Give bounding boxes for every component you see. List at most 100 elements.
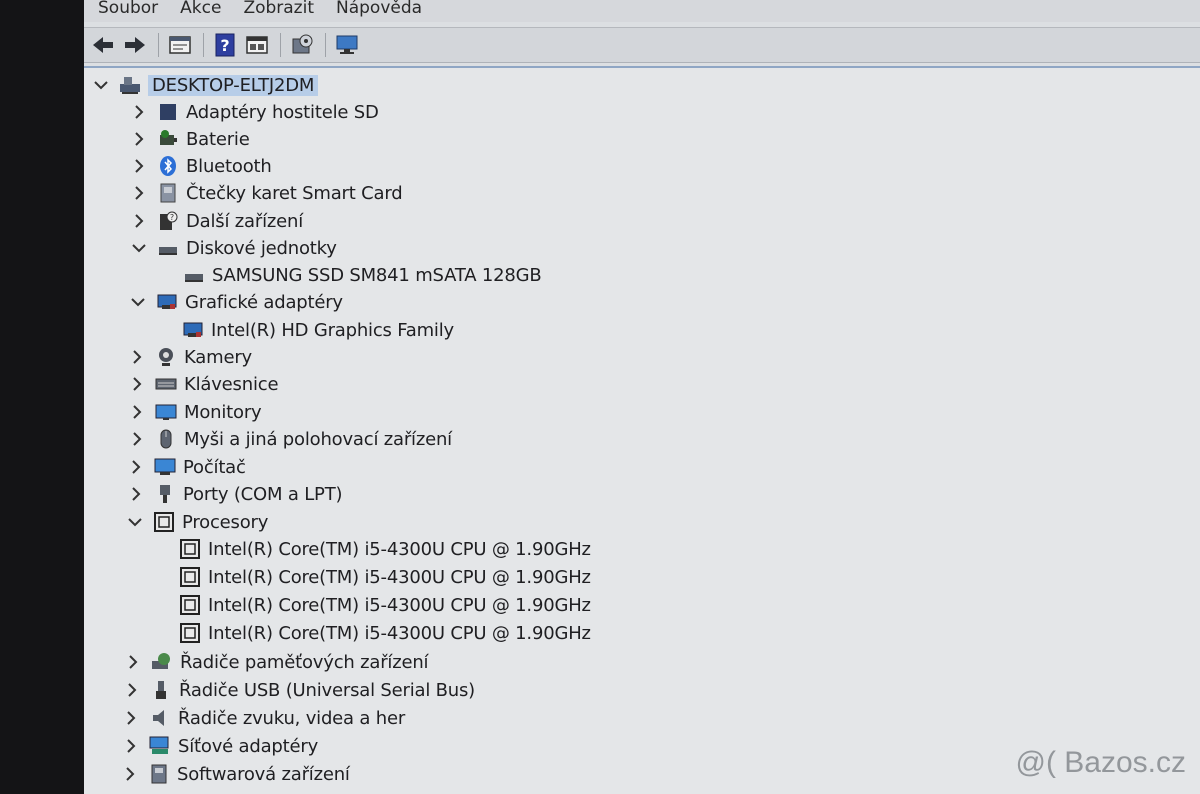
bluetooth-icon: [156, 155, 180, 177]
tree-category[interactable]: Myši a jiná polohovací zařízení: [128, 426, 452, 452]
svg-text:?: ?: [220, 36, 229, 55]
chevron-right-icon[interactable]: [130, 212, 148, 230]
tree-item-label: Bluetooth: [186, 155, 272, 177]
tree-category[interactable]: Řadiče paměťových zařízení: [124, 649, 429, 675]
chevron-right-icon[interactable]: [127, 485, 145, 503]
tree-item-label: Intel(R) HD Graphics Family: [211, 319, 454, 341]
tree-category[interactable]: ? Další zařízení: [130, 208, 303, 234]
back-arrow-icon[interactable]: [88, 31, 118, 59]
chevron-down-icon[interactable]: [130, 239, 148, 257]
tree-device-item[interactable]: Intel(R) Core(TM) i5-4300U CPU @ 1.90GHz: [152, 536, 591, 562]
help-icon[interactable]: ?: [210, 31, 240, 59]
chevron-down-icon[interactable]: [129, 293, 147, 311]
svg-text:?: ?: [170, 213, 174, 222]
tree-root[interactable]: DESKTOP-ELTJ2DM: [92, 72, 319, 98]
view-icon[interactable]: [242, 31, 272, 59]
tree-item-label: SAMSUNG SSD SM841 mSATA 128GB: [212, 264, 542, 286]
chevron-right-icon[interactable]: [122, 709, 140, 727]
speaker-icon: [148, 707, 172, 729]
tree-item-label: Další zařízení: [186, 210, 304, 232]
menu-soubor[interactable]: Soubor: [90, 0, 166, 18]
tree-item-label: Řadiče paměťových zařízení: [180, 651, 429, 673]
update-driver-icon[interactable]: [287, 31, 317, 59]
chevron-right-icon[interactable]: [128, 430, 146, 448]
tree-item-label: Porty (COM a LPT): [183, 483, 343, 505]
device-tree: DESKTOP-ELTJ2DM Adaptéry hostitele SD Bat…: [84, 66, 1200, 794]
watermark-logo: @( Bazos.cz: [1015, 746, 1187, 779]
toolbar-divider: [280, 33, 281, 57]
tree-category[interactable]: Bluetooth: [130, 153, 272, 179]
chevron-right-icon[interactable]: [127, 458, 145, 476]
battery-icon: [156, 128, 180, 150]
tree-category[interactable]: Monitory: [128, 399, 262, 425]
monitor-scan-icon[interactable]: [332, 31, 362, 59]
tree-device-item[interactable]: Intel(R) Core(TM) i5-4300U CPU @ 1.90GHz: [152, 564, 591, 590]
computer-icon: [153, 456, 177, 478]
chevron-right-icon[interactable]: [128, 403, 146, 421]
tree-item-label: Diskové jednotky: [186, 237, 337, 259]
tree-category[interactable]: Baterie: [130, 126, 250, 152]
camera-icon: [154, 346, 178, 368]
tree-item-label: Softwarová zařízení: [177, 763, 350, 785]
tree-category[interactable]: Klávesnice: [128, 371, 279, 397]
forward-arrow-icon[interactable]: [120, 31, 150, 59]
tree-category[interactable]: Softwarová zařízení: [121, 761, 350, 787]
chevron-right-icon[interactable]: [130, 157, 148, 175]
toolbar: ?: [84, 27, 1200, 63]
menu-zobrazit[interactable]: Zobrazit: [235, 0, 322, 18]
display-adapter-icon: [181, 319, 205, 341]
chevron-down-icon[interactable]: [126, 513, 144, 531]
tree-category[interactable]: Adaptéry hostitele SD: [130, 99, 379, 125]
tree-item-label: Síťové adaptéry: [178, 735, 319, 757]
root-label: DESKTOP-ELTJ2DM: [148, 74, 319, 96]
tree-category[interactable]: Řadiče USB (Universal Serial Bus): [123, 677, 475, 703]
tree-category[interactable]: Počítač: [127, 454, 246, 480]
processor-icon: [178, 622, 202, 644]
tree-category[interactable]: Porty (COM a LPT): [127, 481, 343, 507]
tree-item-label: Řadiče USB (Universal Serial Bus): [179, 679, 476, 701]
menu-akce[interactable]: Akce: [172, 0, 229, 18]
usb-icon: [149, 679, 173, 701]
chevron-right-icon[interactable]: [130, 130, 148, 148]
computer-icon: [118, 74, 142, 96]
tree-category[interactable]: Diskové jednotky: [130, 235, 337, 261]
chevron-right-icon[interactable]: [123, 681, 141, 699]
software-device-icon: [147, 763, 171, 785]
tree-device-item[interactable]: SAMSUNG SSD SM841 mSATA 128GB: [156, 262, 542, 288]
network-adapter-icon: [148, 735, 172, 757]
tree-category[interactable]: Grafické adaptéry: [129, 289, 343, 315]
chevron-right-icon[interactable]: [121, 765, 139, 783]
tree-category[interactable]: Čtečky karet Smart Card: [130, 180, 403, 206]
tree-category[interactable]: Kamery: [128, 344, 252, 370]
chevron-right-icon[interactable]: [128, 348, 146, 366]
chevron-right-icon[interactable]: [122, 737, 140, 755]
chevron-right-icon[interactable]: [124, 653, 142, 671]
disk-drive-icon: [156, 237, 180, 259]
tree-category[interactable]: Procesory: [126, 509, 268, 535]
toolbar-divider: [158, 33, 159, 57]
chevron-down-icon[interactable]: [92, 76, 110, 94]
tree-category[interactable]: Řadiče zvuku, videa a her: [122, 705, 405, 731]
tree-device-item[interactable]: Intel(R) Core(TM) i5-4300U CPU @ 1.90GHz: [152, 592, 591, 618]
chevron-right-icon[interactable]: [128, 375, 146, 393]
tree-item-label: Grafické adaptéry: [185, 291, 343, 313]
tree-device-item[interactable]: Intel(R) Core(TM) i5-4300U CPU @ 1.90GHz: [152, 620, 591, 646]
chevron-right-icon[interactable]: [130, 103, 148, 121]
processor-icon: [178, 594, 202, 616]
chevron-right-icon[interactable]: [130, 184, 148, 202]
display-adapter-icon: [155, 291, 179, 313]
tree-device-item[interactable]: Intel(R) HD Graphics Family: [155, 317, 454, 343]
device-manager-window: Soubor Akce Zobrazit Nápověda ? DESKTOP-…: [84, 0, 1200, 794]
menu-napoveda[interactable]: Nápověda: [328, 0, 430, 18]
storage-controller-icon: [150, 651, 174, 673]
tree-item-label: Čtečky karet Smart Card: [186, 182, 403, 204]
tree-item-label: Monitory: [184, 401, 262, 423]
tree-category[interactable]: Síťové adaptéry: [122, 733, 318, 759]
screen-bezel: [0, 0, 84, 794]
disk-drive-icon: [182, 264, 206, 286]
properties-icon[interactable]: [165, 31, 195, 59]
